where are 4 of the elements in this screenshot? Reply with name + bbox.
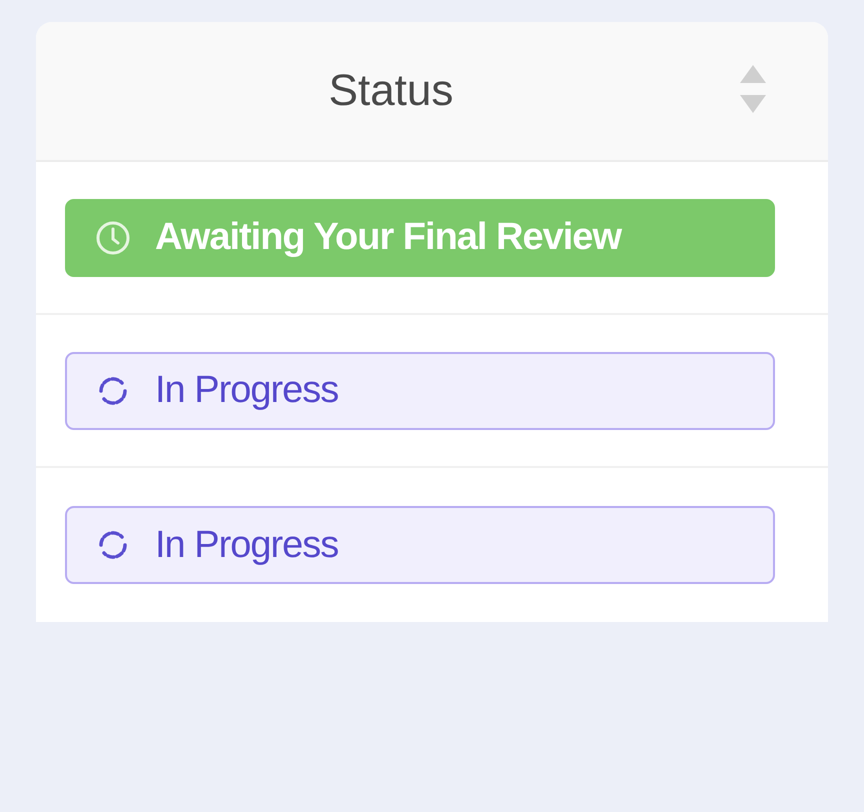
status-badge: Awaiting Your Final Review xyxy=(65,198,775,276)
status-badge: In Progress xyxy=(65,506,775,584)
sort-icon[interactable] xyxy=(738,63,768,115)
status-badge: In Progress xyxy=(65,352,775,430)
